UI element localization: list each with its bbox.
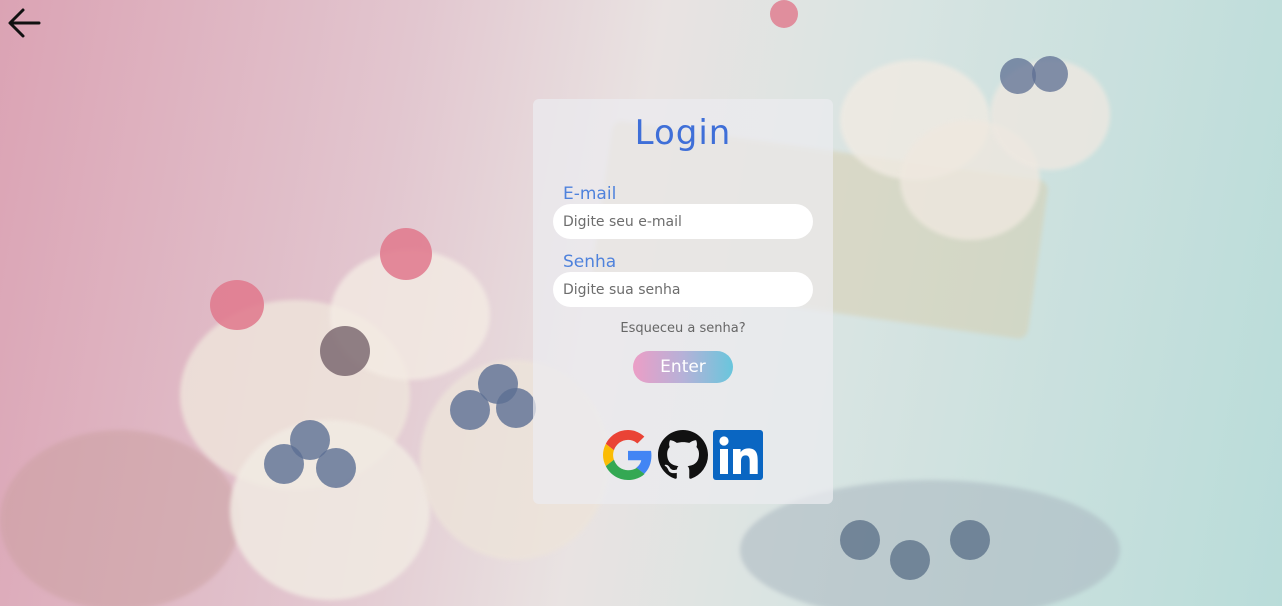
email-label: E-mail: [563, 184, 617, 204]
github-icon[interactable]: [658, 430, 708, 480]
linkedin-icon[interactable]: [713, 430, 763, 480]
forgot-password-link[interactable]: Esqueceu a senha?: [553, 321, 813, 336]
password-field[interactable]: [553, 272, 813, 307]
enter-button[interactable]: Enter: [633, 351, 733, 383]
password-label: Senha: [563, 252, 617, 272]
page-title: Login: [634, 113, 732, 153]
google-icon[interactable]: [603, 430, 653, 480]
arrow-left-icon[interactable]: [6, 6, 42, 40]
email-field[interactable]: [553, 204, 813, 239]
